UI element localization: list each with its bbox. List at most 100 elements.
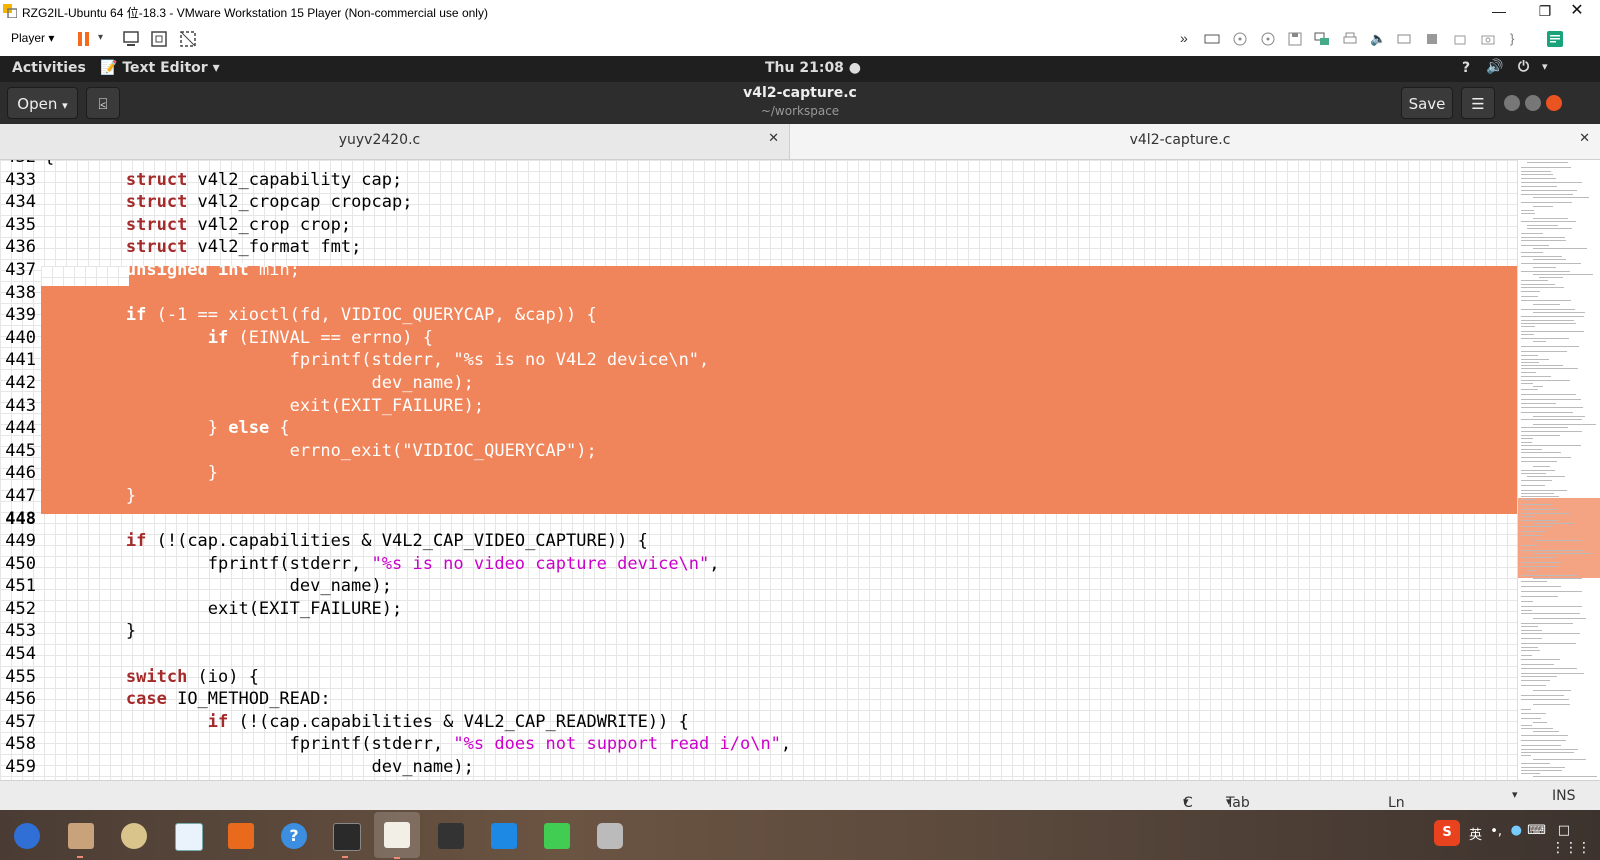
code-text[interactable]: fprintf(stderr, "%s is no V4L2 device\n"…	[44, 349, 710, 372]
code-editor[interactable]: 432{433 struct v4l2_capability cap;434 s…	[0, 160, 1517, 780]
chevron-down-icon[interactable]: ▾	[1542, 60, 1548, 73]
code-text[interactable]: switch (io) {	[44, 666, 259, 689]
code-text[interactable]: struct v4l2_crop crop;	[44, 214, 351, 237]
code-line[interactable]: 437 unsigned int min;	[0, 259, 1517, 282]
code-text[interactable]: }	[44, 620, 136, 643]
forward-icon[interactable]: »	[1180, 31, 1196, 47]
code-line[interactable]: 454	[0, 643, 1517, 666]
code-line[interactable]: 442 dev_name);	[0, 372, 1517, 395]
clock[interactable]: Thu 21:08 ●	[765, 60, 861, 76]
usb-icon[interactable]	[1424, 31, 1440, 47]
code-text[interactable]: struct v4l2_cropcap cropcap;	[44, 191, 413, 214]
chevron-down-icon[interactable]: ▾	[1512, 788, 1518, 801]
sogou-ime-icon[interactable]: S	[1434, 820, 1460, 846]
message-icon[interactable]	[1546, 30, 1564, 48]
code-line[interactable]: 451 dev_name);	[0, 575, 1517, 598]
code-text[interactable]: exit(EXIT_FAILURE);	[44, 598, 402, 621]
code-text[interactable]: {	[44, 160, 54, 169]
code-text[interactable]: if (!(cap.capabilities & V4L2_CAP_VIDEO_…	[44, 530, 648, 553]
minimap[interactable]	[1517, 160, 1600, 780]
text-editor-icon[interactable]	[374, 812, 420, 859]
floppy-icon[interactable]	[1287, 31, 1303, 47]
network-status-icon[interactable]: ?	[1462, 60, 1470, 76]
save-button[interactable]: Save	[1401, 87, 1453, 119]
tab-yuyv2420[interactable]: yuyv2420.c ✕	[0, 124, 790, 159]
video-icon[interactable]	[432, 817, 468, 853]
code-line[interactable]: 444 } else {	[0, 417, 1517, 440]
minimize-icon[interactable]: —	[1476, 0, 1522, 23]
file-manager-icon[interactable]	[62, 817, 98, 858]
cd-icon[interactable]	[1260, 31, 1276, 47]
code-line[interactable]: 448	[0, 508, 1517, 531]
send-ctrl-alt-del-icon[interactable]	[121, 29, 141, 49]
unity-icon[interactable]	[178, 29, 198, 49]
help-icon[interactable]: ?	[275, 817, 311, 853]
cd-icon[interactable]	[1232, 31, 1248, 47]
maximize-window-icon[interactable]	[1525, 95, 1541, 111]
activities-button[interactable]: Activities	[12, 60, 86, 76]
code-text[interactable]: dev_name);	[44, 575, 392, 598]
code-line[interactable]: 445 errno_exit("VIDIOC_QUERYCAP");	[0, 440, 1517, 463]
tab-v4l2-capture[interactable]: v4l2-capture.c ✕	[790, 124, 1600, 159]
code-text[interactable]: dev_name);	[44, 372, 474, 395]
disk-icon[interactable]	[115, 817, 151, 853]
code-line[interactable]: 455 switch (io) {	[0, 666, 1517, 689]
punctuation-icon[interactable]: •,	[1490, 824, 1502, 839]
code-text[interactable]: exit(EXIT_FAILURE);	[44, 395, 484, 418]
code-line[interactable]: 435 struct v4l2_crop crop;	[0, 214, 1517, 237]
code-text[interactable]: dev_name);	[44, 756, 474, 779]
code-line[interactable]: 459 dev_name);	[0, 756, 1517, 779]
fit-guest-icon[interactable]	[149, 29, 169, 49]
camera-icon[interactable]	[1480, 31, 1496, 47]
code-text[interactable]: errno_exit("VIDIOC_QUERYCAP");	[44, 440, 597, 463]
pause-dropdown-icon[interactable]: ▾	[98, 32, 103, 43]
network-icon[interactable]	[1314, 31, 1330, 47]
code-line[interactable]: 452 exit(EXIT_FAILURE);	[0, 598, 1517, 621]
code-line[interactable]: 453 }	[0, 620, 1517, 643]
mail-icon[interactable]	[8, 817, 44, 853]
terminal-icon[interactable]	[327, 817, 363, 858]
shirt-icon[interactable]: □	[1558, 823, 1570, 838]
software-center-icon[interactable]	[222, 817, 258, 853]
code-line[interactable]: 447 }	[0, 485, 1517, 508]
close-tab-icon[interactable]: ✕	[768, 131, 779, 146]
code-text[interactable]: struct v4l2_format fmt;	[44, 236, 361, 259]
code-text[interactable]: struct v4l2_capability cap;	[44, 169, 402, 192]
power-icon[interactable]: ⏻	[1518, 59, 1529, 75]
screenshot-icon[interactable]	[591, 817, 627, 853]
code-text[interactable]: }	[44, 462, 218, 485]
code-text[interactable]: } else {	[44, 417, 290, 440]
code-line[interactable]: 438	[0, 282, 1517, 305]
code-line[interactable]: 450 fprintf(stderr, "%s is no video capt…	[0, 553, 1517, 576]
code-line[interactable]: 456 case IO_METHOD_READ:	[0, 688, 1517, 711]
code-text[interactable]: fprintf(stderr, "%s is no video capture …	[44, 553, 720, 576]
usb-icon[interactable]	[1396, 31, 1412, 47]
app-menu[interactable]: 📝 Text Editor ▾	[100, 60, 220, 76]
printer-icon[interactable]	[1342, 31, 1358, 47]
code-line[interactable]: 449 if (!(cap.capabilities & V4L2_CAP_VI…	[0, 530, 1517, 553]
sound-icon[interactable]: 🔈	[1370, 31, 1386, 47]
code-text[interactable]: if (-1 == xioctl(fd, VIDIOC_QUERYCAP, &c…	[44, 304, 597, 327]
code-line[interactable]: 439 if (-1 == xioctl(fd, VIDIOC_QUERYCAP…	[0, 304, 1517, 327]
code-text[interactable]: if (!(cap.capabilities & V4L2_CAP_READWR…	[44, 711, 689, 734]
hard-disk-icon[interactable]	[1204, 31, 1220, 47]
hamburger-menu-button[interactable]: ☰	[1461, 87, 1495, 119]
code-line[interactable]: 458 fprintf(stderr, "%s does not support…	[0, 733, 1517, 756]
grid-menu-icon[interactable]: ⋮⋮⋮	[1551, 840, 1591, 856]
volume-icon[interactable]: 🔊	[1486, 59, 1503, 75]
code-text[interactable]: case IO_METHOD_READ:	[44, 688, 331, 711]
code-text[interactable]: unsigned int min;	[44, 259, 300, 282]
document-viewer-icon[interactable]	[169, 817, 205, 853]
keyboard-icon[interactable]: ⌨	[1527, 823, 1546, 838]
code-line[interactable]: 457 if (!(cap.capabilities & V4L2_CAP_RE…	[0, 711, 1517, 734]
code-line[interactable]: 433 struct v4l2_capability cap;	[0, 169, 1517, 192]
minimize-window-icon[interactable]	[1504, 95, 1520, 111]
ime-mode[interactable]: 英	[1469, 824, 1482, 843]
bracket-icon[interactable]: }	[1510, 31, 1526, 47]
vscode-icon[interactable]	[485, 817, 521, 853]
code-text[interactable]: fprintf(stderr, "%s does not support rea…	[44, 733, 792, 756]
code-line[interactable]: 441 fprintf(stderr, "%s is no V4L2 devic…	[0, 349, 1517, 372]
player-menu[interactable]: Player ▾	[11, 31, 54, 45]
pause-icon[interactable]	[74, 29, 94, 49]
code-line[interactable]: 432 {	[0, 160, 1517, 169]
